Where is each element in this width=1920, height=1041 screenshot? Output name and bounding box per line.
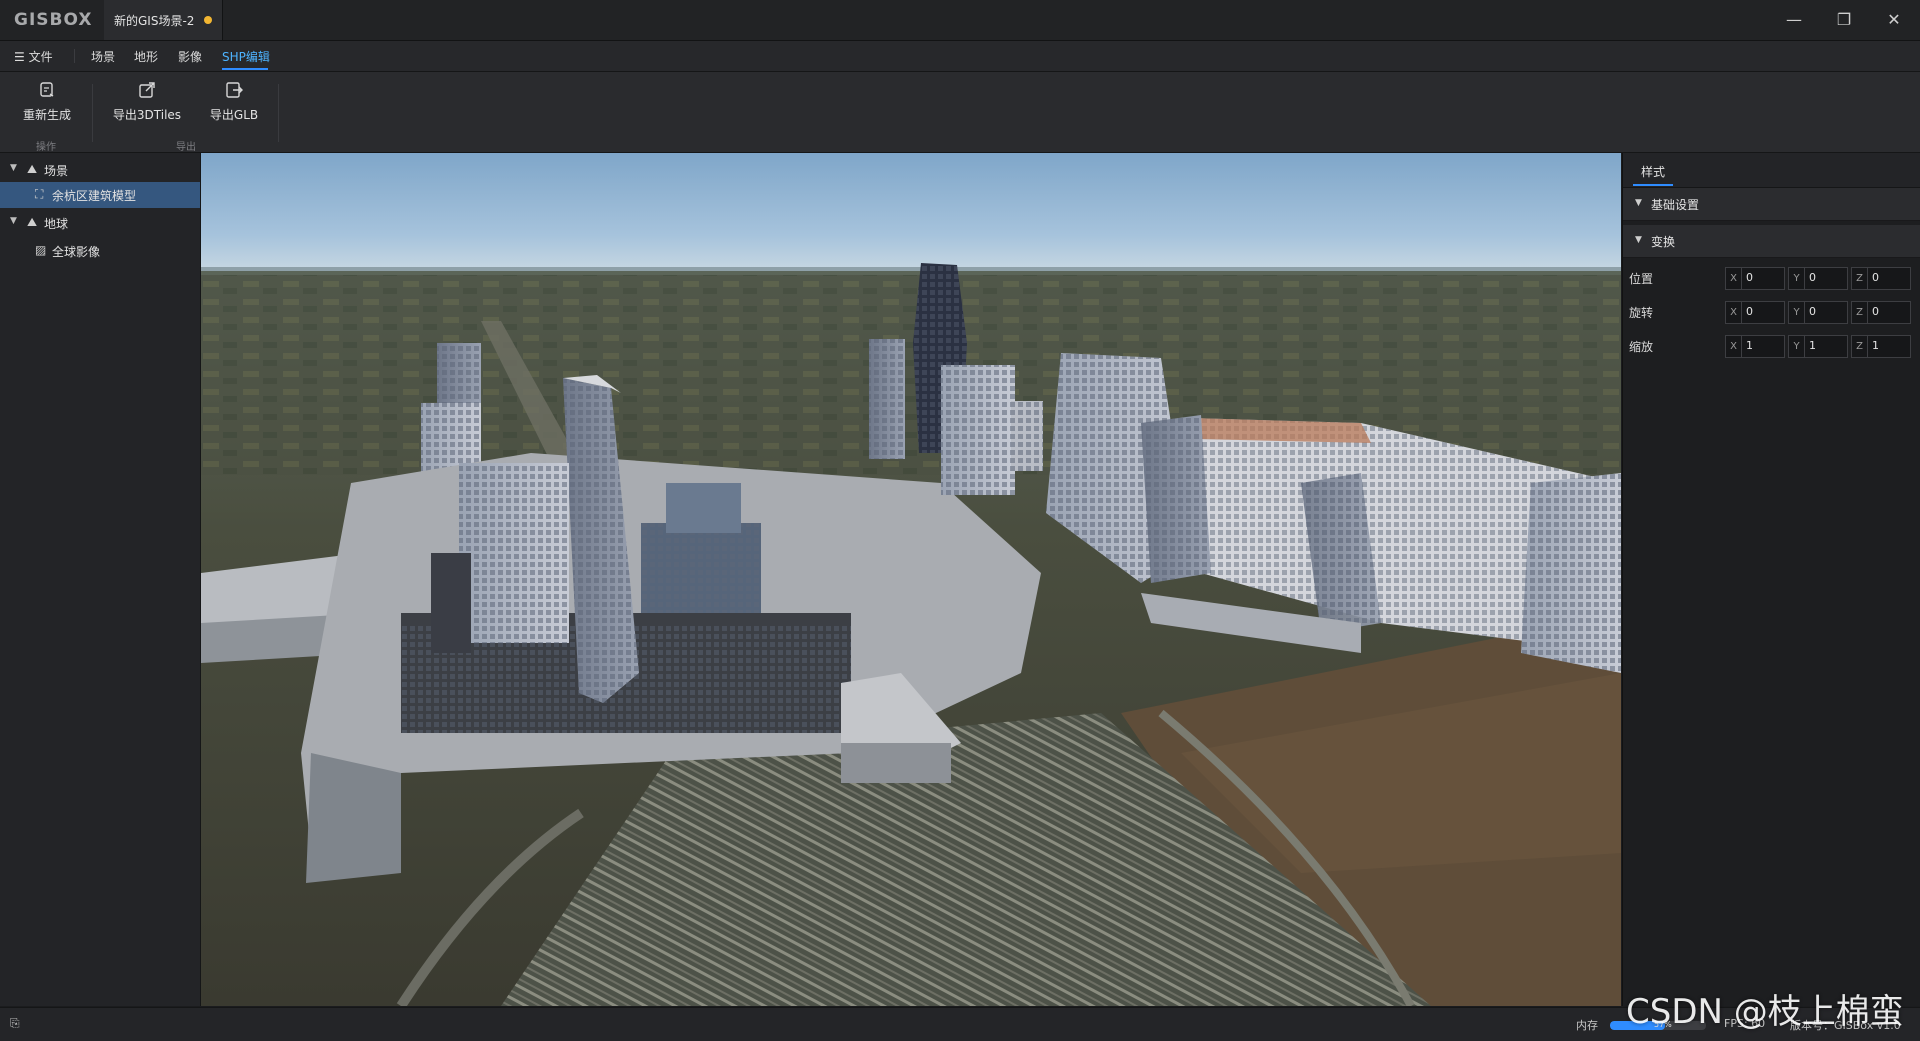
menu-shp-edit[interactable]: SHP编辑 <box>222 48 270 65</box>
export-icon <box>137 80 157 100</box>
section-basic-settings[interactable]: ▼ 基础设置 <box>1623 188 1920 221</box>
chevron-down-icon[interactable]: ▼ <box>10 163 17 173</box>
map-viewport[interactable] <box>201 153 1621 1006</box>
regenerate-icon <box>37 80 57 100</box>
scene-tree-panel: ▼ ⛰ 场景 ⛶ 余杭区建筑模型 ▼ ⛰ 地球 ▨ 全球影像 <box>0 153 201 1006</box>
regenerate-label: 重新生成 <box>22 108 71 122</box>
tree-node-global-imagery[interactable]: ▨ 全球影像 <box>0 238 200 264</box>
chevron-down-icon: ▼ <box>1635 235 1642 245</box>
rotation-x-input[interactable]: X0 <box>1725 301 1785 324</box>
scale-y-input[interactable]: Y1 <box>1788 335 1848 358</box>
toolbar-group-operate: 操作 <box>36 142 56 153</box>
file-menu-label: 文件 <box>28 50 53 64</box>
prop-row-scale: 缩放 X1 Y1 Z1 <box>1623 333 1920 359</box>
layers-icon: ⛰ <box>27 215 38 229</box>
prop-row-rotation: 旋转 X0 Y0 Z0 <box>1623 299 1920 325</box>
prop-label: 缩放 <box>1629 340 1654 354</box>
hamburger-icon: ☰ <box>14 50 25 64</box>
minimize-button[interactable]: — <box>1774 6 1814 34</box>
tree-node-label: 余杭区建筑模型 <box>52 189 137 203</box>
rotation-y-input[interactable]: Y0 <box>1788 301 1848 324</box>
properties-tabbar: 样式 <box>1623 153 1920 188</box>
tree-node-label: 地球 <box>44 217 69 231</box>
scene-tab[interactable]: 新的GIS场景-2 <box>104 0 223 40</box>
title-bar: GISBOX 新的GIS场景-2 — ❐ ✕ <box>0 0 1920 41</box>
imagery-icon: ▨ <box>35 243 47 257</box>
section-transform[interactable]: ▼ 变换 <box>1623 225 1920 258</box>
scene-tab-title: 新的GIS场景-2 <box>114 14 195 28</box>
menu-scene[interactable]: 场景 <box>91 48 115 65</box>
properties-panel: 样式 ▼ 基础设置 ▼ 变换 位置 X0 Y0 Z0 旋转 X0 Y0 Z0 缩… <box>1622 153 1920 1006</box>
position-x-input[interactable]: X0 <box>1725 267 1785 290</box>
rotation-z-input[interactable]: Z0 <box>1851 301 1911 324</box>
tree-node-scene[interactable]: ▼ ⛰ 场景 <box>0 157 200 183</box>
csdn-watermark: CSDN @枝上棉蛮 <box>1626 992 1904 1032</box>
export-glb-button[interactable]: 导出GLB <box>204 80 264 130</box>
city-scene-render <box>201 153 1621 1006</box>
menu-bar: ☰ 文件 场景 地形 影像 SHP编辑 <box>0 41 1920 72</box>
restore-button[interactable]: ❐ <box>1824 6 1864 34</box>
scale-x-input[interactable]: X1 <box>1725 335 1785 358</box>
unsaved-indicator-icon <box>204 16 212 24</box>
tree-node-earth[interactable]: ▼ ⛰ 地球 <box>0 210 200 236</box>
tree-node-yuhang-buildings[interactable]: ⛶ 余杭区建筑模型 <box>0 182 200 208</box>
active-tab-indicator <box>1633 184 1673 186</box>
tab-style[interactable]: 样式 <box>1641 163 1665 180</box>
export-3dtiles-label: 导出3DTiles <box>112 108 182 122</box>
position-y-input[interactable]: Y0 <box>1788 267 1848 290</box>
memory-label: 内存 <box>1576 1019 1598 1032</box>
menu-imagery[interactable]: 影像 <box>178 48 202 65</box>
export-glb-icon <box>224 80 244 100</box>
gisbox-app: GISBOX 新的GIS场景-2 — ❐ ✕ ☰ 文件 场景 地形 影像 SHP… <box>0 0 1920 1041</box>
export-3dtiles-button[interactable]: 导出3DTiles <box>110 80 184 130</box>
menu-divider <box>74 49 75 63</box>
prop-label: 位置 <box>1629 272 1654 286</box>
toolbar-divider <box>278 84 279 142</box>
position-z-input[interactable]: Z0 <box>1851 267 1911 290</box>
tree-node-label: 全球影像 <box>52 245 101 259</box>
tree-node-label: 场景 <box>44 164 69 178</box>
menu-terrain[interactable]: 地形 <box>134 48 158 65</box>
close-button[interactable]: ✕ <box>1874 6 1914 34</box>
active-menu-indicator <box>222 68 268 70</box>
scale-z-input[interactable]: Z1 <box>1851 335 1911 358</box>
prop-label: 旋转 <box>1629 306 1654 320</box>
toolbar-divider <box>92 84 93 142</box>
log-icon[interactable]: ⎘ <box>10 1016 20 1031</box>
model-icon: ⛶ <box>35 187 44 201</box>
prop-row-position: 位置 X0 Y0 Z0 <box>1623 265 1920 291</box>
app-logo: GISBOX <box>14 10 93 30</box>
chevron-down-icon: ▼ <box>1635 198 1642 208</box>
export-glb-label: 导出GLB <box>209 108 259 122</box>
file-menu[interactable]: ☰ 文件 <box>14 48 53 65</box>
regenerate-button[interactable]: 重新生成 <box>18 80 76 130</box>
section-label: 变换 <box>1651 235 1676 249</box>
layers-icon: ⛰ <box>27 162 38 176</box>
chevron-down-icon[interactable]: ▼ <box>10 216 17 226</box>
section-label: 基础设置 <box>1651 198 1700 212</box>
ribbon-toolbar: 重新生成 操作 导出3DTiles 导出GLB 导出 <box>0 72 1920 153</box>
toolbar-group-export: 导出 <box>176 142 196 153</box>
